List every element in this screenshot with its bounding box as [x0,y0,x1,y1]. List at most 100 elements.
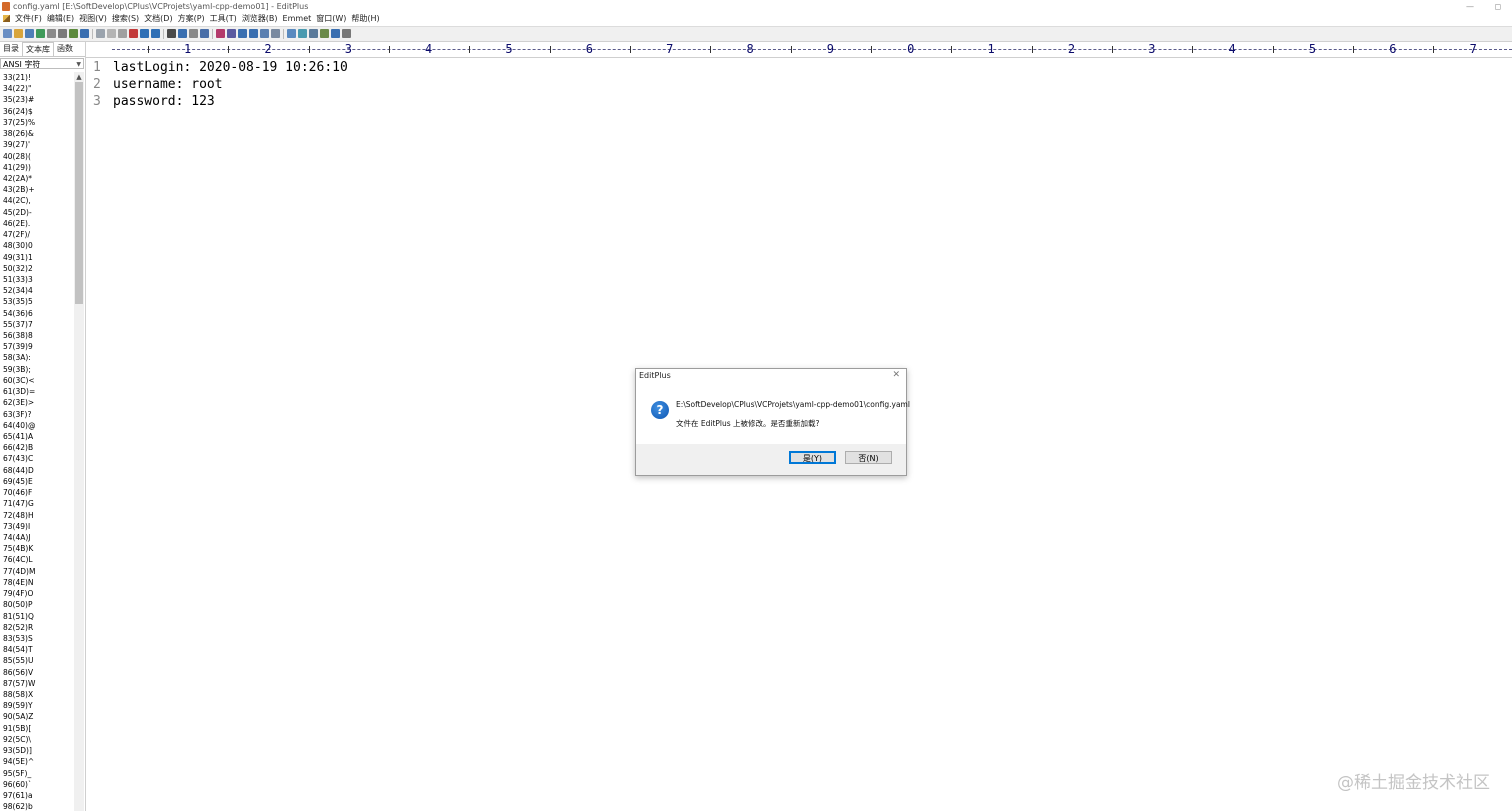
menu-project[interactable]: 方案(P) [178,13,205,25]
char-list-item[interactable]: 82(52)R [0,622,74,633]
char-list-item[interactable]: 33(21)! [0,72,74,83]
menu-window[interactable]: 窗口(W) [316,13,346,25]
char-list-item[interactable]: 60(3C)< [0,375,74,386]
menu-edit[interactable]: 编辑(E) [47,13,74,25]
char-list-item[interactable]: 92(5C)\ [0,734,74,745]
replace-icon[interactable] [178,29,187,38]
find-icon[interactable] [167,29,176,38]
print-preview-icon[interactable] [47,29,56,38]
indent-icon[interactable] [200,29,209,38]
menu-more-icon[interactable] [342,29,351,38]
minimize-button[interactable]: — [1460,0,1480,13]
char-list-item[interactable]: 98(62)b [0,801,74,811]
menu-view[interactable]: 视图(V) [79,13,107,25]
sidebar-scrollbar[interactable]: ▲ [74,72,84,811]
char-list-item[interactable]: 55(37)7 [0,319,74,330]
char-list-item[interactable]: 52(34)4 [0,285,74,296]
char-list-item[interactable]: 93(5D)] [0,745,74,756]
open-file-icon[interactable] [14,29,23,38]
char-list-item[interactable]: 67(43)C [0,453,74,464]
menu-tools[interactable]: 工具(T) [210,13,237,25]
char-list-item[interactable]: 59(3B); [0,364,74,375]
char-list-item[interactable]: 34(22)" [0,83,74,94]
browser-icon[interactable] [80,29,89,38]
cut-icon[interactable] [96,29,105,38]
output-window-icon[interactable] [309,29,318,38]
menu-browser[interactable]: 浏览器(B) [242,13,278,25]
paste-icon[interactable] [118,29,127,38]
char-list-item[interactable]: 53(35)5 [0,296,74,307]
scroll-up-icon[interactable]: ▲ [74,72,84,82]
char-list-item[interactable]: 54(36)6 [0,308,74,319]
char-list-item[interactable]: 89(59)Y [0,700,74,711]
char-list-item[interactable]: 84(54)T [0,644,74,655]
settings-icon[interactable] [271,29,280,38]
char-list-item[interactable]: 36(24)$ [0,106,74,117]
char-list-item[interactable]: 61(3D)= [0,386,74,397]
char-list-item[interactable]: 58(3A): [0,352,74,363]
char-list-item[interactable]: 77(4D)M [0,566,74,577]
ruler-icon[interactable] [249,29,258,38]
char-list-item[interactable]: 37(25)% [0,117,74,128]
dir-window-icon[interactable] [287,29,296,38]
char-list-item[interactable]: 65(41)A [0,431,74,442]
menu-document[interactable]: 文档(D) [144,13,172,25]
print-icon[interactable] [58,29,67,38]
char-list-item[interactable]: 44(2C), [0,195,74,206]
char-list-item[interactable]: 57(39)9 [0,341,74,352]
char-list-item[interactable]: 75(4B)K [0,543,74,554]
char-list-item[interactable]: 35(23)# [0,94,74,105]
char-list-item[interactable]: 88(58)X [0,689,74,700]
copy-icon[interactable] [107,29,116,38]
char-list-item[interactable]: 85(55)U [0,655,74,666]
charset-select[interactable]: ANSI 字符 ▼ [0,58,84,69]
char-list-item[interactable]: 80(50)P [0,599,74,610]
char-list-item[interactable]: 40(28)( [0,151,74,162]
new-file-icon[interactable] [3,29,12,38]
char-list-item[interactable]: 38(26)& [0,128,74,139]
hex-icon[interactable] [227,29,236,38]
editor-line[interactable]: 2 username: root [86,76,1486,93]
char-list-item[interactable]: 42(2A)* [0,173,74,184]
char-list-item[interactable]: 94(5E)^ [0,756,74,767]
char-list-item[interactable]: 63(3F)? [0,409,74,420]
char-list-item[interactable]: 39(27)' [0,139,74,150]
menu-file[interactable]: 文件(F) [15,13,42,25]
editor-line[interactable]: 3 password: 123 [86,93,1486,110]
spellcheck-icon[interactable] [69,29,78,38]
char-list-item[interactable]: 62(3E)> [0,397,74,408]
tab-directory[interactable]: 目录 [0,42,22,56]
menu-help[interactable]: 帮助(H) [351,13,379,25]
save-all-icon[interactable] [36,29,45,38]
tab-functions[interactable]: 函数 [54,42,76,56]
help-icon[interactable] [331,29,340,38]
redo-icon[interactable] [151,29,160,38]
fullscreen-icon[interactable] [320,29,329,38]
save-icon[interactable] [25,29,34,38]
char-list-item[interactable]: 49(31)1 [0,252,74,263]
yes-button[interactable]: 是(Y) [789,451,836,464]
char-list-item[interactable]: 86(56)V [0,667,74,678]
char-list-item[interactable]: 71(47)G [0,498,74,509]
line-text[interactable]: password: 123 [113,93,215,110]
no-button[interactable]: 否(N) [845,451,892,464]
char-list-item[interactable]: 90(5A)Z [0,711,74,722]
char-list-item[interactable]: 51(33)3 [0,274,74,285]
wordwrap-icon[interactable] [238,29,247,38]
char-list-item[interactable]: 73(49)I [0,521,74,532]
char-list-item[interactable]: 66(42)B [0,442,74,453]
tab-cliptext[interactable]: 文本库 [22,42,54,56]
maximize-button[interactable]: ◻ [1488,0,1508,13]
line-number-icon[interactable] [260,29,269,38]
close-icon[interactable]: ✕ [892,370,900,380]
char-list-item[interactable]: 87(57)W [0,678,74,689]
font-icon[interactable] [216,29,225,38]
char-list-item[interactable]: 74(4A)J [0,532,74,543]
editor-line[interactable]: 1 lastLogin: 2020-08-19 10:26:10 [86,59,1486,76]
char-list-item[interactable]: 95(5F)_ [0,768,74,779]
char-list-item[interactable]: 56(38)8 [0,330,74,341]
undo-icon[interactable] [140,29,149,38]
char-list-item[interactable]: 43(2B)+ [0,184,74,195]
delete-icon[interactable] [129,29,138,38]
char-list-item[interactable]: 96(60)` [0,779,74,790]
